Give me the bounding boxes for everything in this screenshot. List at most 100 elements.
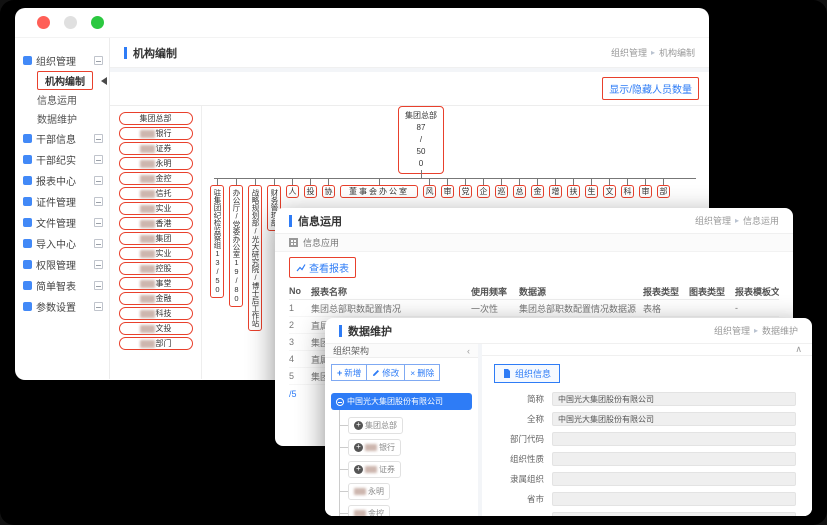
sidebar-item-data-maintenance[interactable]: 数据维护 xyxy=(15,109,109,128)
org-chart-root-node[interactable]: 集团总部87/500 xyxy=(398,106,444,174)
org-chart-node[interactable]: 党 xyxy=(459,178,472,198)
org-chart-node[interactable]: 协 xyxy=(322,178,335,198)
org-list-item[interactable]: 部门 xyxy=(119,337,193,350)
org-list-item[interactable]: 集团总部 xyxy=(119,112,193,125)
breadcrumb: 组织管理 ▸ 机构编制 xyxy=(611,46,695,59)
breadcrumb-root[interactable]: 组织管理 xyxy=(695,214,731,227)
org-list-item[interactable]: 控股 xyxy=(119,262,193,275)
form-input[interactable] xyxy=(552,512,796,516)
collapse-panel-icon[interactable]: ∧ xyxy=(795,344,802,355)
org-list-item[interactable]: 实业 xyxy=(119,202,193,215)
org-chart-node[interactable]: 风 xyxy=(423,178,436,198)
redacted-text xyxy=(365,444,377,451)
org-list-item[interactable]: 实业 xyxy=(119,247,193,260)
form-input[interactable] xyxy=(552,452,796,466)
cell-frequency: 一次性 xyxy=(471,302,519,315)
org-chart-node[interactable]: 增 xyxy=(549,178,562,198)
org-list-item[interactable]: 文投 xyxy=(119,322,193,335)
tree-item[interactable]: 集团总部 xyxy=(349,417,478,434)
expand-node-icon[interactable] xyxy=(354,421,363,430)
org-chart-node-label: 金 xyxy=(531,185,544,198)
org-chart-node[interactable]: 金 xyxy=(531,178,544,198)
sidebar-group[interactable]: 导入中心 xyxy=(15,233,109,254)
add-button[interactable]: + 新增 xyxy=(331,364,367,381)
tree-item[interactable]: 金控 xyxy=(349,505,478,516)
form-input[interactable] xyxy=(552,472,796,486)
collapse-node-icon[interactable] xyxy=(336,398,344,406)
collapse-icon[interactable] xyxy=(94,239,103,248)
org-chart-node[interactable]: 扶 xyxy=(567,178,580,198)
breadcrumb-root[interactable]: 组织管理 xyxy=(611,46,647,59)
org-chart-node[interactable]: 巡 xyxy=(495,178,508,198)
sidebar-group[interactable]: 简单智表 xyxy=(15,275,109,296)
org-chart-node[interactable]: 科 xyxy=(621,178,634,198)
tree-item[interactable]: 永明 xyxy=(349,483,478,500)
tree-item[interactable]: 银行 xyxy=(349,439,478,456)
org-chart-node[interactable]: 总 xyxy=(513,178,526,198)
expand-node-icon[interactable] xyxy=(354,465,363,474)
sidebar-item-info-usage[interactable]: 信息运用 xyxy=(15,90,109,109)
collapse-icon[interactable] xyxy=(94,56,103,65)
view-report-button[interactable]: 查看报表 xyxy=(296,260,349,275)
org-list-item[interactable]: 香港 xyxy=(119,217,193,230)
org-info-panel: ∧ 组织信息 简称 中国光大集团股份有限公司 全称 xyxy=(482,344,812,516)
org-chart-node[interactable]: 办公厅/党委办公室19/80 xyxy=(229,178,243,307)
close-window-dot[interactable] xyxy=(37,16,50,29)
collapse-panel-icon[interactable]: ‹ xyxy=(467,346,470,356)
org-list-item[interactable]: 永明 xyxy=(119,157,193,170)
tab-org-info[interactable]: 组织信息 xyxy=(494,364,560,383)
org-chart-node[interactable]: 生 xyxy=(585,178,598,198)
breadcrumb-root[interactable]: 组织管理 xyxy=(714,324,750,337)
org-chart-node[interactable]: 文 xyxy=(603,178,616,198)
form-input[interactable] xyxy=(552,492,796,506)
org-chart-node[interactable]: 人 xyxy=(286,178,299,198)
org-list-item[interactable]: 金控 xyxy=(119,172,193,185)
org-chart-node[interactable]: 董事会办公室 xyxy=(340,178,418,198)
edit-button[interactable]: 修改 xyxy=(367,364,405,381)
tree-item-label: 集团总部 xyxy=(365,420,397,431)
org-chart-node[interactable]: 战略规划部/光大研究院/博士后工作站 xyxy=(248,178,262,331)
tree-root-node[interactable]: 中国光大集团股份有限公司 xyxy=(331,393,472,410)
sidebar-group-org-management[interactable]: 组织管理 xyxy=(15,50,109,71)
sidebar-group[interactable]: 干部信息 xyxy=(15,128,109,149)
toggle-personnel-count-button[interactable]: 显示/隐藏人员数量 xyxy=(609,81,692,96)
org-chart-node[interactable]: 投 xyxy=(304,178,317,198)
sidebar-group[interactable]: 证件管理 xyxy=(15,191,109,212)
org-list-item[interactable]: 信托 xyxy=(119,187,193,200)
org-list-item[interactable]: 事堂 xyxy=(119,277,193,290)
collapse-icon[interactable] xyxy=(94,218,103,227)
collapse-icon[interactable] xyxy=(94,281,103,290)
sidebar-group[interactable]: 报表中心 xyxy=(15,170,109,191)
org-chart-node[interactable]: 审 xyxy=(639,178,652,198)
org-list-item[interactable]: 金融 xyxy=(119,292,193,305)
org-chart-node[interactable]: 驻集团纪检监察组13/50 xyxy=(210,178,224,298)
org-list-item[interactable]: 集团 xyxy=(119,232,193,245)
form-input[interactable] xyxy=(552,432,796,446)
collapse-icon[interactable] xyxy=(94,155,103,164)
sidebar-group[interactable]: 参数设置 xyxy=(15,296,109,317)
collapse-icon[interactable] xyxy=(94,260,103,269)
expand-node-icon[interactable] xyxy=(354,443,363,452)
sidebar-group[interactable]: 文件管理 xyxy=(15,212,109,233)
table-row[interactable]: 1 集团总部职数配置情况 一次性 集团总部职数配置情况数据源 表格 - xyxy=(289,300,779,317)
page-header: 数据维护 组织管理 ▸ 数据维护 xyxy=(325,318,812,344)
collapse-icon[interactable] xyxy=(94,176,103,185)
delete-button[interactable]: × 删除 xyxy=(405,364,440,381)
org-list-item[interactable]: 银行 xyxy=(119,127,193,140)
sidebar-item-org-structure[interactable]: 机构编制 xyxy=(15,71,109,90)
sidebar-group[interactable]: 干部纪实 xyxy=(15,149,109,170)
form-input[interactable]: 中国光大集团股份有限公司 xyxy=(552,412,796,426)
org-list-item[interactable]: 证券 xyxy=(119,142,193,155)
form-input[interactable]: 中国光大集团股份有限公司 xyxy=(552,392,796,406)
org-chart-node[interactable]: 企 xyxy=(477,178,490,198)
org-chart-node[interactable]: 审 xyxy=(441,178,454,198)
collapse-icon[interactable] xyxy=(94,134,103,143)
tree-item[interactable]: 证券 xyxy=(349,461,478,478)
collapse-icon[interactable] xyxy=(94,302,103,311)
minimize-window-dot[interactable] xyxy=(64,16,77,29)
sidebar-group[interactable]: 权限管理 xyxy=(15,254,109,275)
maximize-window-dot[interactable] xyxy=(91,16,104,29)
org-list-item[interactable]: 科技 xyxy=(119,307,193,320)
collapse-icon[interactable] xyxy=(94,197,103,206)
org-chart-node[interactable]: 部 xyxy=(657,178,670,198)
